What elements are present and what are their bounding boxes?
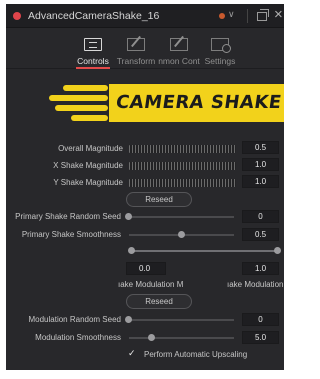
modulation-smoothness-track	[129, 337, 234, 339]
modulation-random-seed-knob[interactable]	[125, 316, 132, 323]
shake-modulation-range-fill	[131, 250, 277, 252]
x-shake-magnitude-thumbwheel[interactable]	[129, 162, 236, 170]
primary-shake-smoothness-label: Primary Shake Smoothness	[21, 230, 121, 239]
tab-settings[interactable]: Settings	[203, 29, 237, 69]
shake-modulation-max-label: ıake Modulation	[227, 280, 284, 289]
modulation-reseed-button[interactable]: Reseed	[126, 294, 192, 309]
modulation-smoothness-label: Modulation Smoothness	[35, 333, 121, 342]
active-tab-indicator	[76, 67, 110, 69]
x-shake-magnitude-label: X Shake Magnitude	[53, 161, 123, 170]
shake-modulation-low-value[interactable]: 0.0	[126, 262, 166, 275]
primary-shake-random-seed-label: Primary Shake Random Seed	[15, 212, 121, 221]
tab-transform[interactable]: Transform	[115, 29, 157, 69]
tab-controls[interactable]: Controls	[74, 29, 112, 69]
modulation-smoothness-value[interactable]: 5.0	[242, 331, 279, 344]
app-root: AdvancedCameraShake_16 ∨ × Controls Tran…	[0, 0, 284, 379]
overall-magnitude-label: Overall Magnitude	[58, 144, 123, 153]
banner-title: CAMERA SHAKE	[114, 92, 284, 113]
controls-icon	[84, 38, 102, 51]
title-bar: AdvancedCameraShake_16 ∨ ×	[6, 4, 284, 28]
primary-shake-smoothness-value[interactable]: 0.5	[242, 228, 279, 241]
perform-automatic-upscaling-label: Perform Automatic Upscaling	[144, 350, 248, 359]
primary-shake-random-seed-value[interactable]: 0	[242, 210, 279, 223]
y-shake-magnitude-thumbwheel[interactable]	[129, 179, 236, 187]
window-title: AdvancedCameraShake_16	[28, 10, 160, 22]
primary-shake-random-seed-knob[interactable]	[125, 213, 132, 220]
y-shake-magnitude-label: Y Shake Magnitude	[53, 178, 123, 187]
modulation-random-seed-track	[129, 319, 234, 321]
transform-icon	[127, 38, 145, 51]
shake-modulation-high-knob[interactable]	[274, 247, 281, 254]
modulation-smoothness-knob[interactable]	[147, 334, 155, 341]
camera-shake-banner: CAMERA SHAKE	[49, 84, 284, 124]
overall-magnitude-value[interactable]: 0.5	[242, 141, 279, 154]
settings-icon	[211, 38, 231, 53]
tab-bar: Controls Transform nmon Cont Settings	[6, 29, 284, 69]
y-shake-magnitude-value[interactable]: 1.0	[242, 175, 279, 188]
title-divider	[247, 9, 248, 23]
tab-label: Controls	[77, 56, 109, 66]
overall-magnitude-thumbwheel[interactable]	[129, 145, 236, 153]
primary-shake-random-seed-track	[129, 216, 234, 218]
modulation-random-seed-value[interactable]: 0	[242, 313, 279, 326]
chevron-down-icon[interactable]: ∨	[228, 9, 235, 20]
tab-label: Transform	[116, 56, 156, 66]
version-dot-icon[interactable]	[219, 13, 225, 19]
tab-common-controls[interactable]: nmon Cont	[158, 29, 200, 69]
shake-modulation-min-label: ıake Modulation M	[118, 280, 184, 289]
inspector-panel: AdvancedCameraShake_16 ∨ × Controls Tran…	[6, 4, 284, 370]
primary-shake-smoothness-knob[interactable]	[178, 231, 185, 238]
node-color-dot-icon	[13, 12, 21, 20]
x-shake-magnitude-value[interactable]: 1.0	[242, 158, 279, 171]
common-controls-icon	[170, 38, 188, 51]
perform-automatic-upscaling-checkbox[interactable]: ✓	[128, 348, 136, 359]
float-window-icon[interactable]	[257, 9, 269, 21]
modulation-random-seed-label: Modulation Random Seed	[28, 315, 121, 324]
tab-label: Settings	[204, 56, 236, 66]
shake-modulation-low-knob[interactable]	[128, 247, 135, 254]
shake-modulation-high-value[interactable]: 1.0	[242, 262, 279, 275]
close-icon[interactable]: ×	[274, 6, 283, 23]
reseed-button[interactable]: Reseed	[126, 192, 192, 207]
tab-label: nmon Cont	[158, 56, 200, 66]
